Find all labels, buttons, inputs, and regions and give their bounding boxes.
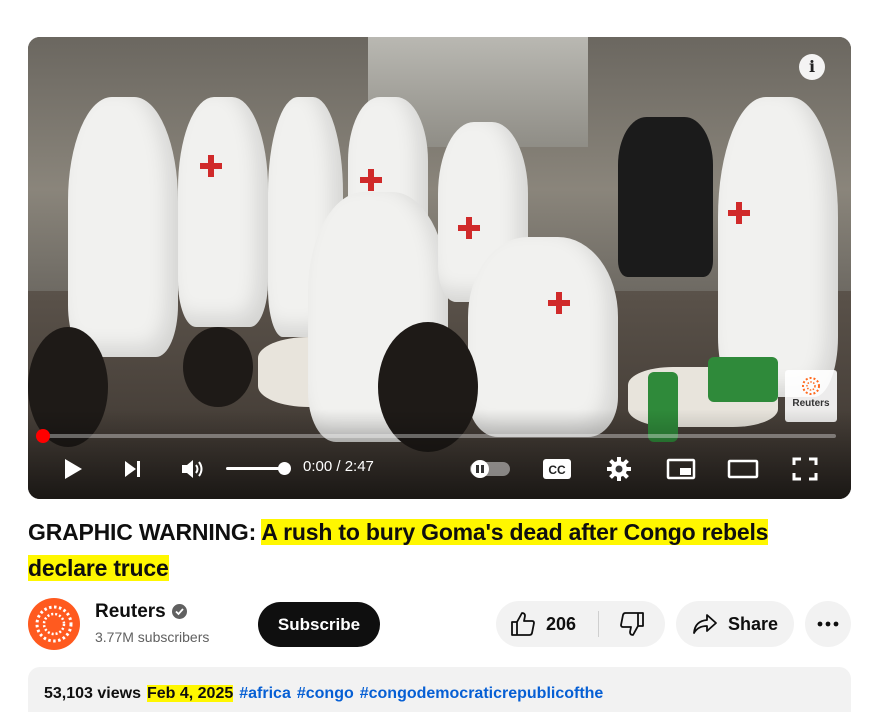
autoplay-toggle[interactable] xyxy=(468,451,512,487)
dislike-button[interactable] xyxy=(599,601,665,647)
description-meta: 53,103 views Feb 4, 2025 #africa #congo #con… xyxy=(44,685,603,703)
hashtag-link[interactable]: #africa xyxy=(239,685,291,702)
volume-slider-handle[interactable] xyxy=(277,462,291,475)
volume-track[interactable] xyxy=(226,467,282,470)
subscriber-count: 3.77M subscribers xyxy=(95,629,210,645)
scrubber-handle[interactable] xyxy=(36,429,50,443)
share-button[interactable]: Share xyxy=(676,601,794,647)
subscribe-button[interactable]: Subscribe xyxy=(258,602,380,647)
channel-avatar[interactable] xyxy=(28,598,80,650)
share-label: Share xyxy=(728,613,779,634)
autoplay-toggle-icon xyxy=(470,460,510,478)
info-button[interactable]: i xyxy=(799,54,825,80)
next-button[interactable] xyxy=(118,451,148,487)
settings-button[interactable] xyxy=(602,451,636,487)
video-title: GRAPHIC WARNING: A rush to bury Goma's d… xyxy=(28,514,848,586)
time-display: 0:00 / 2:47 xyxy=(303,458,374,475)
progress-bar[interactable] xyxy=(36,429,836,443)
next-icon xyxy=(125,461,140,477)
more-horizontal-icon xyxy=(817,621,839,627)
captions-button[interactable]: CC xyxy=(540,451,574,487)
play-icon xyxy=(65,459,82,479)
theater-icon xyxy=(727,459,759,479)
hashtag-link[interactable]: #congo xyxy=(297,685,354,702)
watermark-text: Reuters xyxy=(792,398,830,409)
view-count: 53,103 views xyxy=(44,685,141,702)
like-button[interactable]: 206 xyxy=(496,601,598,647)
theater-mode-button[interactable] xyxy=(726,451,760,487)
upload-date: Feb 4, 2025 xyxy=(146,685,234,702)
thumbs-up-icon xyxy=(511,612,535,636)
fullscreen-button[interactable] xyxy=(788,451,822,487)
reuters-logo-icon xyxy=(802,377,820,395)
description-box[interactable]: 53,103 views Feb 4, 2025 #africa #congo #con… xyxy=(28,667,851,712)
reuters-avatar-icon xyxy=(35,605,73,643)
mute-button[interactable] xyxy=(178,451,208,487)
thumbs-down-icon xyxy=(620,612,644,636)
miniplayer-button[interactable] xyxy=(664,451,698,487)
share-icon xyxy=(693,614,717,634)
like-dislike-group: 206 xyxy=(496,601,665,647)
captions-icon: CC xyxy=(543,459,571,479)
play-button[interactable] xyxy=(58,451,88,487)
title-prefix: GRAPHIC WARNING: xyxy=(28,519,257,545)
fullscreen-icon xyxy=(792,457,818,481)
volume-icon xyxy=(182,460,203,478)
hashtag-link[interactable]: #congodemocraticrepublicofthe xyxy=(360,685,604,702)
video-player[interactable]: i Reuters 0:00 / 2:47 CC xyxy=(28,37,851,499)
cc-label: CC xyxy=(548,463,566,477)
verified-badge-icon xyxy=(172,604,187,619)
more-actions-button[interactable] xyxy=(805,601,851,647)
channel-name[interactable]: Reuters xyxy=(95,601,166,623)
like-count: 206 xyxy=(546,613,577,634)
miniplayer-icon xyxy=(666,458,696,480)
settings-icon xyxy=(607,457,631,481)
watch-page: i Reuters 0:00 / 2:47 CC GRAPHIC WARNING… xyxy=(0,0,872,712)
